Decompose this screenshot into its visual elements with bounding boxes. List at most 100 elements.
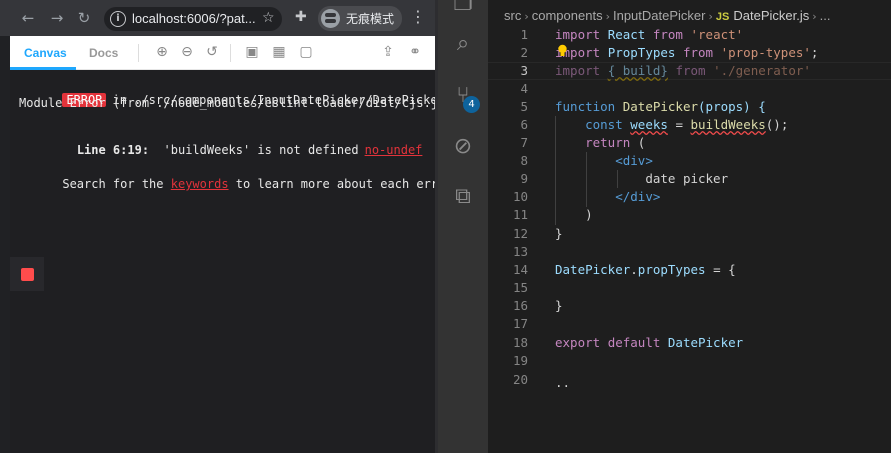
breadcrumb-src[interactable]: src bbox=[504, 8, 521, 23]
tab-canvas[interactable]: Canvas bbox=[24, 46, 67, 60]
chevron-right-icon: › bbox=[605, 10, 610, 23]
zoom-in-icon[interactable]: ⊕ bbox=[154, 44, 170, 60]
code-line-20[interactable]: .. bbox=[555, 375, 570, 390]
tab-docs[interactable]: Docs bbox=[89, 46, 118, 60]
function-name: DatePicker bbox=[622, 99, 699, 114]
keyword: default bbox=[607, 335, 661, 350]
error-line-ref: Line 6:19: bbox=[76, 143, 150, 157]
code-line-16[interactable]: } bbox=[555, 298, 563, 313]
debug-icon[interactable]: ⊘ bbox=[450, 134, 476, 160]
breadcrumb: src › components › InputDatePicker › JS DatePic… bbox=[504, 8, 830, 23]
info-icon[interactable]: i bbox=[110, 11, 126, 27]
code-line-11[interactable]: ) bbox=[555, 207, 593, 222]
link-icon[interactable]: ⚭ bbox=[407, 44, 423, 60]
code-editor[interactable]: src › components › InputDatePicker › JS DatePic… bbox=[488, 0, 891, 453]
address-bar[interactable]: i localhost:6006/?pat... ☆ bbox=[104, 7, 282, 31]
jsx-text: date picker bbox=[645, 171, 729, 186]
incognito-label: 无痕模式 bbox=[346, 12, 395, 26]
scm-badge: 4 bbox=[463, 96, 480, 113]
incognito-button[interactable]: 无痕模式 bbox=[318, 6, 402, 31]
keyword: from bbox=[652, 27, 683, 42]
punctuation: ; bbox=[810, 45, 819, 60]
line-number: 9 bbox=[520, 171, 528, 186]
punctuation: } bbox=[555, 226, 563, 241]
stop-button[interactable] bbox=[10, 257, 44, 291]
search-prefix: Search for the bbox=[62, 177, 164, 191]
puzzle-icon[interactable]: ✚ bbox=[295, 9, 311, 25]
jsx-tag: </div> bbox=[615, 189, 661, 204]
line-number: 2 bbox=[520, 45, 528, 60]
code-line-1[interactable]: import React from 'react' bbox=[555, 27, 743, 42]
error-search-hint: Search for the keywords to learn more ab… bbox=[19, 163, 435, 205]
error-rule-link[interactable]: no-undef bbox=[365, 143, 423, 157]
code-line-3[interactable]: import { build} from './generator' bbox=[555, 63, 811, 78]
browser-toolbar: ← → ↻ i localhost:6006/?pat... ☆ ✚ 无痕模式 … bbox=[0, 0, 435, 36]
property: propTypes bbox=[637, 262, 706, 277]
storybook-toolbar: Canvas Docs ⊕ ⊖ ↺ ▣ ▦ ▢ ⇪ ⚭ bbox=[10, 36, 435, 70]
line-number: 18 bbox=[512, 335, 528, 350]
identifier: DatePicker bbox=[555, 262, 631, 277]
extensions-icon[interactable]: ⧉ bbox=[450, 184, 476, 210]
code-line-5[interactable]: function DatePicker(props) { bbox=[555, 99, 766, 114]
reload-icon[interactable]: ↻ bbox=[75, 9, 93, 27]
code-line-6[interactable]: const weeks = buildWeeks(); bbox=[555, 117, 788, 132]
punctuation: ) bbox=[585, 207, 593, 222]
function-call: buildWeeks bbox=[690, 117, 766, 132]
keyword: from bbox=[682, 45, 714, 60]
keyword: import bbox=[555, 27, 601, 42]
identifier: PropTypes bbox=[607, 45, 676, 60]
line-number: 5 bbox=[520, 99, 528, 114]
forward-icon[interactable]: → bbox=[48, 9, 66, 27]
string: 'react' bbox=[690, 27, 744, 42]
line-number: 19 bbox=[512, 353, 528, 368]
line-number: 8 bbox=[520, 153, 528, 168]
js-file-icon: JS bbox=[715, 11, 730, 23]
stop-icon bbox=[21, 268, 34, 281]
identifier: { build} bbox=[607, 63, 668, 78]
line-number-current: 3 bbox=[520, 63, 528, 78]
browser-window: ← → ↻ i localhost:6006/?pat... ☆ ✚ 无痕模式 … bbox=[0, 0, 435, 453]
line-number: 16 bbox=[512, 298, 528, 313]
identifier: React bbox=[607, 27, 646, 42]
line-number: 11 bbox=[512, 207, 528, 222]
search-icon[interactable]: ⌕ bbox=[450, 31, 476, 57]
code-line-14[interactable]: DatePicker.propTypes = { bbox=[555, 262, 736, 277]
code-line-10[interactable]: </div> bbox=[555, 189, 660, 204]
back-icon[interactable]: ← bbox=[19, 9, 37, 27]
operator: = bbox=[675, 117, 683, 132]
code-line-2[interactable]: import PropTypes from 'prop-types'; bbox=[555, 45, 818, 60]
url-text[interactable]: localhost:6006/?pat... bbox=[132, 11, 256, 26]
line-number: 1 bbox=[520, 27, 528, 42]
code-line-8[interactable]: <div> bbox=[555, 153, 653, 168]
code-line-9[interactable]: date picker bbox=[555, 171, 728, 186]
breadcrumb-more[interactable]: ... bbox=[820, 8, 831, 23]
keywords-link[interactable]: keywords bbox=[171, 177, 229, 191]
line-number: 6 bbox=[520, 117, 528, 132]
line-number: 7 bbox=[520, 135, 528, 150]
image-icon[interactable]: ▣ bbox=[244, 44, 260, 60]
line-number: 13 bbox=[512, 244, 528, 259]
line-number: 15 bbox=[512, 280, 528, 295]
line-number: 12 bbox=[512, 226, 528, 241]
breadcrumb-components[interactable]: components bbox=[532, 8, 603, 23]
breadcrumb-folder[interactable]: InputDatePicker bbox=[613, 8, 706, 23]
frame-icon[interactable]: ▢ bbox=[298, 44, 314, 60]
menu-icon[interactable]: ⋮ bbox=[410, 8, 426, 26]
share-icon[interactable]: ⇪ bbox=[380, 44, 396, 60]
star-icon[interactable]: ☆ bbox=[262, 10, 275, 26]
grid-icon[interactable]: ▦ bbox=[271, 44, 287, 60]
chevron-right-icon: › bbox=[524, 10, 529, 23]
keyword: function bbox=[555, 99, 616, 114]
zoom-out-icon[interactable]: ⊖ bbox=[179, 44, 195, 60]
breadcrumb-file[interactable]: DatePicker.js bbox=[733, 8, 809, 23]
lightbulb-icon[interactable] bbox=[557, 44, 568, 57]
jsx-tag: <div> bbox=[615, 153, 653, 168]
line-number: 20 bbox=[512, 372, 528, 387]
code-line-18[interactable]: export default DatePicker bbox=[555, 335, 743, 350]
zoom-reset-icon[interactable]: ↺ bbox=[204, 44, 220, 60]
code-line-12[interactable]: } bbox=[555, 226, 563, 241]
files-icon[interactable]: ❐ bbox=[450, 0, 476, 17]
code-line-7[interactable]: return ( bbox=[555, 135, 645, 150]
keyword: export bbox=[555, 335, 601, 350]
chevron-right-icon: › bbox=[708, 10, 713, 23]
